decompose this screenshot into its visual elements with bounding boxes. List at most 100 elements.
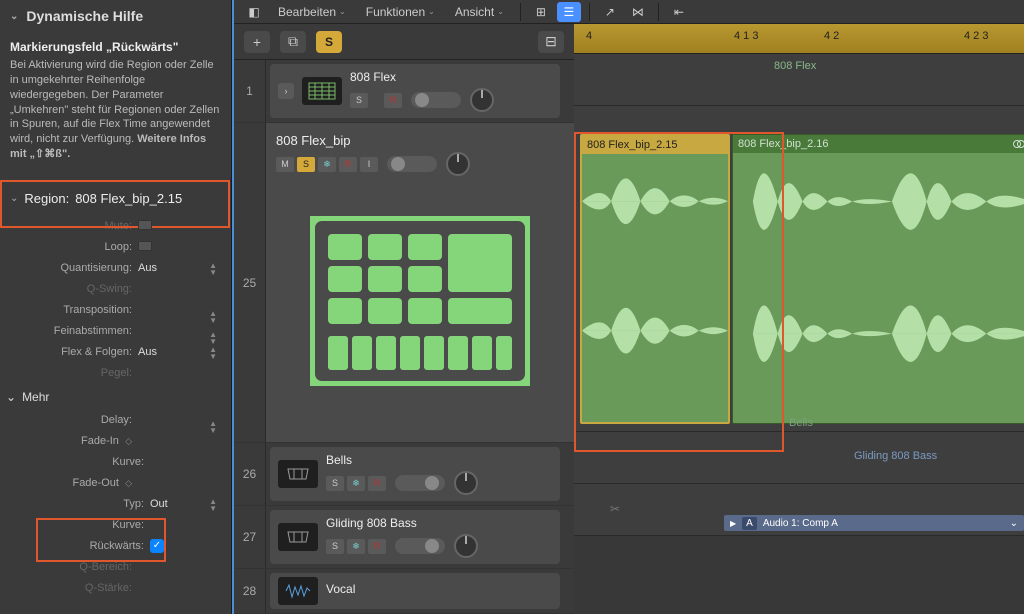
track-name[interactable]: Bells: [326, 453, 552, 467]
checkbox-icon[interactable]: [138, 241, 152, 251]
param-quantize[interactable]: Quantisierung:Aus: [8, 258, 223, 279]
freeze-button[interactable]: ❄: [318, 157, 336, 172]
track-name[interactable]: 808 Flex_bip: [276, 133, 564, 148]
flex-icon[interactable]: ⋈: [626, 2, 650, 22]
region-label: Bells: [789, 417, 813, 429]
comp-bar[interactable]: A Audio 1: Comp A ⌄: [724, 515, 1024, 531]
param-qswing[interactable]: Q-Swing:: [8, 279, 223, 300]
solo-button[interactable]: S: [326, 539, 344, 554]
audio-region[interactable]: 808 Flex_bip_2.15: [580, 134, 730, 424]
arrange-lane[interactable]: 808 Flex_bip_2.15 808 Flex_bip_2.16: [574, 106, 1024, 432]
record-button[interactable]: R: [339, 157, 357, 172]
param-level[interactable]: Pegel:: [8, 363, 223, 384]
track-name[interactable]: Vocal: [326, 582, 552, 596]
track-header[interactable]: 808 Flex_bip M S ❄ R I: [266, 123, 574, 442]
input-button[interactable]: I: [360, 157, 378, 172]
param-transposition[interactable]: Transposition:: [8, 300, 223, 321]
param-mute[interactable]: Mute:: [8, 216, 223, 237]
track-name[interactable]: 808 Flex: [350, 70, 552, 84]
track-name[interactable]: Gliding 808 Bass: [326, 516, 552, 530]
solo-button[interactable]: S: [316, 31, 342, 53]
edit-menu[interactable]: Bearbeiten⌄: [270, 1, 354, 23]
region-label: 808 Flex: [774, 60, 816, 72]
param-finetune[interactable]: Feinabstimmen:: [8, 321, 223, 342]
param-fadein-curve[interactable]: Kurve:: [8, 452, 223, 473]
param-loop[interactable]: Loop:: [8, 237, 223, 258]
catch-icon[interactable]: ⇤: [667, 2, 691, 22]
param-fadeout-type[interactable]: Typ:Out: [8, 494, 223, 515]
stepper-icon[interactable]: [209, 331, 217, 345]
param-reverse[interactable]: Rückwärts:✓: [8, 536, 223, 557]
volume-slider[interactable]: [395, 475, 445, 491]
disclosure-button[interactable]: ›: [278, 83, 294, 99]
track-row[interactable]: 28 Vocal: [234, 569, 574, 614]
track-number: 25: [234, 123, 266, 442]
checkbox-checked-icon[interactable]: ✓: [150, 539, 164, 553]
track-header[interactable]: Vocal: [270, 573, 560, 609]
automation-icon[interactable]: ↗: [598, 2, 622, 22]
track-header[interactable]: Gliding 808 Bass S ❄ R: [270, 510, 560, 564]
param-fadeout[interactable]: Fade-Out ◇: [8, 473, 223, 494]
region-header[interactable]: ⌄ Region: 808 Flex_bip_2.15: [0, 181, 231, 216]
record-button[interactable]: R: [368, 476, 386, 491]
volume-slider[interactable]: [387, 156, 437, 172]
param-flex[interactable]: Flex & Folgen:Aus: [8, 342, 223, 363]
collapse-button[interactable]: ⊟: [538, 31, 564, 53]
record-button[interactable]: R: [368, 539, 386, 554]
pan-knob[interactable]: [454, 534, 478, 558]
solo-button[interactable]: S: [326, 476, 344, 491]
stepper-icon[interactable]: [209, 310, 217, 324]
arrange-lane[interactable]: ✂ A Audio 1: Comp A ⌄: [574, 484, 1024, 536]
pan-knob[interactable]: [470, 88, 494, 112]
mute-button[interactable]: M: [276, 157, 294, 172]
track-icon: [302, 77, 342, 105]
track-row[interactable]: 1 › 808 Flex S R: [234, 60, 574, 123]
stepper-icon[interactable]: [209, 498, 217, 512]
track-row[interactable]: 26 Bells S ❄ R: [234, 443, 574, 506]
stepper-icon[interactable]: [209, 420, 217, 434]
record-button[interactable]: R: [384, 93, 402, 108]
chevron-down-icon: ⌄: [428, 7, 435, 16]
checkbox-icon[interactable]: [138, 220, 152, 230]
solo-button[interactable]: S: [350, 93, 368, 108]
region-label: Gliding 808 Bass: [854, 450, 937, 462]
arrange-area[interactable]: 4 4 1 3 4 2 4 2 3 808 Flex 808 Flex_bip_…: [574, 24, 1024, 614]
solo-button[interactable]: S: [297, 157, 315, 172]
pan-knob[interactable]: [454, 471, 478, 495]
track-header[interactable]: › 808 Flex S R: [270, 64, 560, 118]
arrange-lane[interactable]: Gliding 808 Bass: [574, 432, 1024, 484]
audio-region[interactable]: 808 Flex_bip_2.16: [732, 134, 1024, 424]
param-qrange[interactable]: Q-Bereich:: [8, 557, 223, 578]
stepper-icon[interactable]: [209, 262, 217, 276]
chevron-down-icon[interactable]: ⌄: [1010, 518, 1018, 529]
pan-knob[interactable]: [446, 152, 470, 176]
param-fadein[interactable]: Fade-In ◇: [8, 431, 223, 452]
help-title: Dynamische Hilfe: [26, 8, 143, 24]
chevron-down-icon: ⌄: [10, 193, 18, 204]
freeze-button[interactable]: ❄: [347, 539, 365, 554]
freeze-button[interactable]: ❄: [347, 476, 365, 491]
volume-slider[interactable]: [411, 92, 461, 108]
param-delay[interactable]: Delay:: [8, 410, 223, 431]
param-fadeout-curve[interactable]: Kurve:: [8, 515, 223, 536]
region-params: Mute: Loop: Quantisierung:Aus Q-Swing: T…: [0, 216, 231, 384]
add-track-button[interactable]: +: [244, 31, 270, 53]
more-header[interactable]: ⌄ Mehr: [0, 384, 231, 410]
track-header[interactable]: Bells S ❄ R: [270, 447, 560, 501]
arrange-lane[interactable]: 808 Flex: [574, 54, 1024, 106]
help-header[interactable]: ⌄ Dynamische Hilfe: [0, 0, 231, 32]
track-row[interactable]: 27 Gliding 808 Bass S ❄ R: [234, 506, 574, 569]
sidebar-toggle-icon[interactable]: ◧: [242, 2, 266, 22]
view-menu[interactable]: Ansicht⌄: [447, 1, 512, 23]
param-qstrength[interactable]: Q-Stärke:: [8, 578, 223, 599]
instrument-icon: [278, 460, 318, 488]
inspector-panel: ⌄ Dynamische Hilfe Markierungsfeld „Rück…: [0, 0, 232, 614]
grid-view-icon[interactable]: ⊞: [529, 2, 553, 22]
ruler[interactable]: 4 4 1 3 4 2 4 2 3: [574, 24, 1024, 54]
track-row[interactable]: 25 808 Flex_bip M S ❄ R I: [234, 123, 574, 443]
functions-menu[interactable]: Funktionen⌄: [358, 1, 443, 23]
volume-slider[interactable]: [395, 538, 445, 554]
list-view-icon[interactable]: ☰: [557, 2, 581, 22]
duplicate-track-button[interactable]: ⧉: [280, 31, 306, 53]
stepper-icon[interactable]: [209, 346, 217, 360]
